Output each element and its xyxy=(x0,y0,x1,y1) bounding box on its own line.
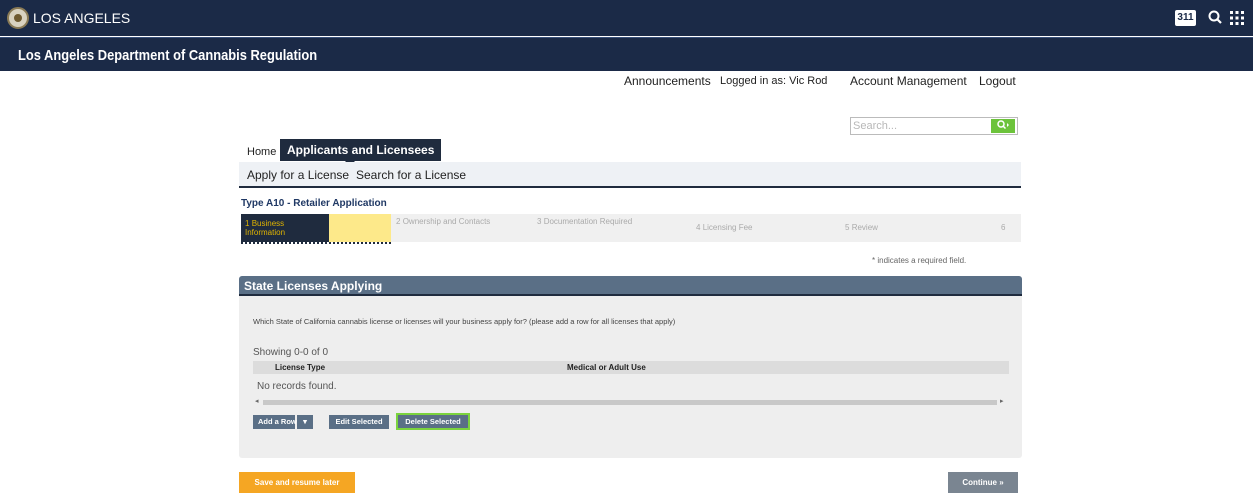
search-button[interactable] xyxy=(991,119,1015,133)
step-documentation-required: 3 Documentation Required xyxy=(537,217,632,226)
panel-title: State Licenses Applying xyxy=(244,279,383,293)
scroll-right-arrow-icon[interactable]: ▸ xyxy=(1000,397,1004,405)
311-button[interactable]: 311 xyxy=(1175,10,1196,26)
department-title[interactable]: Los Angeles Department of Cannabis Regul… xyxy=(18,47,317,64)
column-header-medical-or-adult-use[interactable]: Medical or Adult Use xyxy=(567,363,646,372)
license-question-text: Which State of California cannabis licen… xyxy=(253,317,676,326)
search-input[interactable] xyxy=(853,118,988,134)
step-licensing-fee: 4 Licensing Fee xyxy=(696,223,753,232)
sub-navigation: Apply for a License Search for a License xyxy=(239,162,1021,188)
step-progress-highlight xyxy=(329,214,391,242)
search-box xyxy=(850,117,1018,135)
step-number: 3 xyxy=(537,217,542,226)
step-ownership-and-contacts: 2 Ownership and Contacts xyxy=(396,217,490,226)
step-label: Licensing Fee xyxy=(702,223,753,232)
add-row-dropdown-caret-icon[interactable]: ▾ xyxy=(297,415,313,429)
apps-grid-icon[interactable] xyxy=(1229,10,1245,26)
step-number: 1 xyxy=(245,219,250,228)
search-for-license-link[interactable]: Search for a License xyxy=(356,168,466,182)
tab-applicants-and-licensees[interactable]: Applicants and Licensees xyxy=(280,139,442,166)
tab-home[interactable]: Home xyxy=(244,143,279,161)
scrollbar-track[interactable] xyxy=(263,400,997,405)
department-header-bar: Los Angeles Department of Cannabis Regul… xyxy=(0,37,1253,71)
save-and-resume-later-button[interactable]: Save and resume later xyxy=(239,472,355,493)
column-header-license-type[interactable]: License Type xyxy=(275,363,325,372)
step-number: 6 xyxy=(1001,223,1006,232)
step-business-information[interactable]: 1 Business Information xyxy=(241,214,329,242)
announcements-link[interactable]: Announcements xyxy=(624,74,711,88)
application-title: Type A10 - Retailer Application xyxy=(241,198,387,209)
city-name-link[interactable]: LOS ANGELES xyxy=(33,10,130,26)
panel-header: State Licenses Applying xyxy=(239,276,1022,296)
add-row-button[interactable]: Add a Row xyxy=(253,415,297,429)
records-count: Showing 0-0 of 0 xyxy=(253,347,329,358)
required-field-note: * indicates a required field. xyxy=(872,256,967,265)
apply-for-license-link[interactable]: Apply for a License xyxy=(247,168,349,182)
logged-in-label: Logged in as: Vic Rod xyxy=(720,75,828,87)
horizontal-scrollbar[interactable]: ◂ ▸ xyxy=(253,397,1009,407)
step-label: Business Information xyxy=(245,219,286,237)
step-number: 2 xyxy=(396,217,401,226)
application-stepper: 1 Business Information 2 Ownership and C… xyxy=(241,214,1021,244)
continue-button[interactable]: Continue » xyxy=(948,472,1018,493)
empty-table-message: No records found. xyxy=(257,381,337,392)
step-label: Documentation Required xyxy=(543,217,633,226)
step-six: 6 xyxy=(1001,223,1005,232)
step-label: Ownership and Contacts xyxy=(402,217,491,226)
step-number: 4 xyxy=(696,223,701,232)
account-management-link[interactable]: Account Management xyxy=(850,74,967,88)
logout-link[interactable]: Logout xyxy=(979,74,1016,88)
step-number: 5 xyxy=(845,223,850,232)
edit-selected-button[interactable]: Edit Selected xyxy=(329,415,389,429)
city-header-bar: LOS ANGELES 311 xyxy=(0,0,1253,36)
delete-selected-button[interactable]: Delete Selected xyxy=(396,413,470,430)
scroll-left-arrow-icon[interactable]: ◂ xyxy=(255,397,259,405)
state-licenses-panel: State Licenses Applying Which State of C… xyxy=(239,276,1022,458)
step-label: Review xyxy=(851,223,878,232)
step-progress-underline xyxy=(241,242,391,244)
city-seal-logo[interactable] xyxy=(7,7,29,29)
table-header-row: License Type Medical or Adult Use xyxy=(253,361,1009,374)
search-icon[interactable] xyxy=(1206,8,1226,28)
step-review: 5 Review xyxy=(845,223,878,232)
